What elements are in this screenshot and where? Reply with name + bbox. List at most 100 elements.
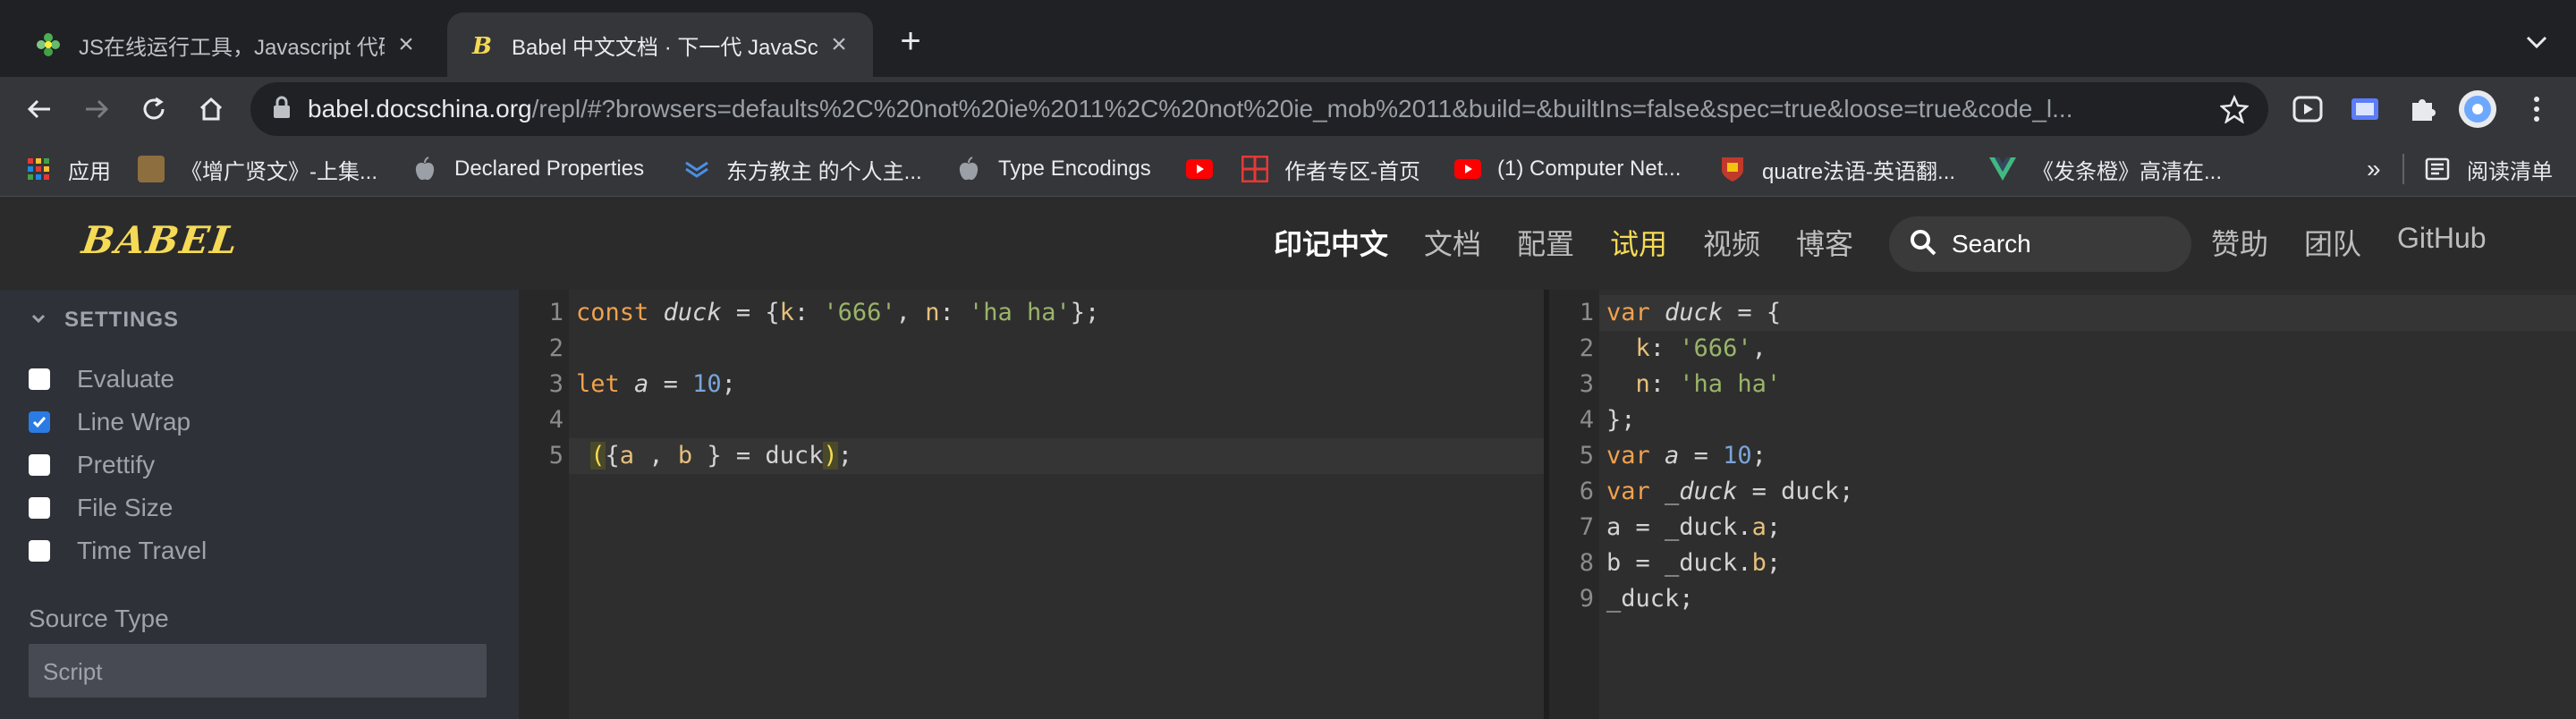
url-text[interactable]: babel.docschina.org/repl/#?browsers=defa… bbox=[308, 95, 2204, 123]
bookmark-label: quatre法语-英语翻... bbox=[1762, 159, 1956, 184]
settings-title: SETTINGS bbox=[64, 308, 180, 332]
reading-list-icon bbox=[2424, 156, 2451, 182]
apple-icon bbox=[955, 156, 982, 182]
address-bar[interactable]: babel.docschina.org/repl/#?browsers=defa… bbox=[250, 82, 2268, 136]
bookmarks-bar: 应用 《增广贤文》-上集... Declared Properties 东方教主… bbox=[0, 141, 2576, 197]
nav-github[interactable]: GitHub bbox=[2397, 222, 2487, 255]
code-line: b = _duck.b; bbox=[1606, 549, 1782, 577]
svg-text:B: B bbox=[471, 33, 492, 57]
option-label: Time Travel bbox=[77, 537, 208, 564]
file-size-checkbox[interactable] bbox=[29, 497, 50, 519]
search-placeholder: Search bbox=[1952, 230, 2031, 258]
browser-tab-strip: JS在线运行工具，Javascript 代码 × B Babel 中文文档 · … bbox=[0, 0, 2576, 77]
tab-search-chevron-icon[interactable] bbox=[2519, 23, 2555, 63]
grid-red-icon bbox=[1241, 156, 1268, 182]
line-number: 7 bbox=[1579, 513, 1594, 541]
time-travel-checkbox[interactable] bbox=[29, 540, 50, 562]
media-control-icon[interactable] bbox=[2288, 89, 2327, 129]
bookmark-label: 作者专区-首页 bbox=[1284, 159, 1420, 184]
source-type-select[interactable]: Script bbox=[29, 644, 487, 698]
nav-blog[interactable]: 博客 bbox=[1796, 222, 1853, 263]
back-arrow-icon[interactable] bbox=[20, 89, 59, 129]
output-code-area: var duck = { k: '666', n: 'ha ha' }; var… bbox=[1599, 290, 2576, 719]
line-number: 5 bbox=[1579, 442, 1594, 469]
bookmark-star-icon[interactable] bbox=[2219, 94, 2250, 128]
code-line[interactable]: let a = 10; bbox=[576, 370, 736, 398]
reload-icon[interactable] bbox=[134, 89, 174, 129]
nav-videos[interactable]: 视频 bbox=[1703, 222, 1760, 263]
babel-header: BABEL 印记中文 文档 配置 试用 视频 博客 Search 赞助 团队 G… bbox=[0, 197, 2576, 290]
code-line[interactable]: const duck = {k: '666', n: 'ha ha'}; bbox=[576, 299, 1099, 326]
url-host: babel.docschina.org bbox=[308, 95, 532, 123]
youtube-icon bbox=[1186, 156, 1213, 182]
nav-config[interactable]: 配置 bbox=[1517, 222, 1574, 263]
lock-icon bbox=[272, 96, 292, 123]
extensions-puzzle-icon[interactable] bbox=[2402, 89, 2442, 129]
bookmark-label: 应用 bbox=[68, 159, 111, 184]
home-icon[interactable] bbox=[191, 89, 231, 129]
reading-list-button[interactable]: 阅读清单 bbox=[2424, 141, 2553, 197]
youtube-icon bbox=[1454, 156, 1481, 182]
option-evaluate[interactable]: Evaluate bbox=[29, 365, 174, 393]
bookmark-item-youtube[interactable] bbox=[1186, 141, 1229, 197]
browser-tab-active[interactable]: B Babel 中文文档 · 下一代 JavaSc × bbox=[447, 13, 873, 77]
line-number: 2 bbox=[548, 334, 564, 362]
bookmark-item[interactable]: 东方教主 的个人主... bbox=[683, 141, 922, 197]
bookmark-label: Declared Properties bbox=[454, 156, 645, 181]
browser-tab[interactable]: JS在线运行工具，Javascript 代码 × bbox=[14, 13, 440, 77]
bookmark-label: 《发条橙》高清在... bbox=[2032, 159, 2223, 184]
close-tab-icon[interactable]: × bbox=[394, 30, 419, 60]
evaluate-checkbox[interactable] bbox=[29, 368, 50, 390]
option-label: Line Wrap bbox=[77, 408, 191, 436]
forward-arrow-icon[interactable] bbox=[77, 89, 116, 129]
output-line-gutter: 1 2 3 4 5 6 7 8 9 bbox=[1549, 290, 1599, 719]
chevron-down-icon bbox=[29, 309, 48, 333]
search-input[interactable]: Search bbox=[1889, 216, 2191, 272]
option-label: File Size bbox=[77, 494, 174, 521]
bookmark-label: Type Encodings bbox=[998, 156, 1151, 181]
nav-team[interactable]: 团队 bbox=[2304, 222, 2361, 263]
code-line[interactable]: ({a , b } = duck); bbox=[576, 442, 852, 469]
bookmarks-divider bbox=[2402, 154, 2404, 184]
nav-home[interactable]: 印记中文 bbox=[1274, 222, 1388, 263]
option-file-size[interactable]: File Size bbox=[29, 494, 173, 522]
bookmark-item[interactable]: (1) Computer Net... bbox=[1454, 141, 1681, 197]
browser-menu-icon[interactable] bbox=[2517, 89, 2556, 129]
new-tab-button[interactable]: + bbox=[891, 21, 930, 66]
prettify-checkbox[interactable] bbox=[29, 454, 50, 476]
line-number: 5 bbox=[548, 442, 564, 469]
tab-title: Babel 中文文档 · 下一代 JavaSc bbox=[512, 35, 818, 60]
line-wrap-checkbox[interactable] bbox=[29, 411, 50, 433]
url-path: /repl/#?browsers=defaults%2C%20not%20ie%… bbox=[531, 95, 2073, 123]
extension-translate-icon[interactable] bbox=[2345, 89, 2385, 129]
layers-icon bbox=[683, 156, 710, 182]
option-label: Evaluate bbox=[77, 365, 174, 393]
nav-docs[interactable]: 文档 bbox=[1424, 222, 1481, 263]
nav-try-it-out[interactable]: 试用 bbox=[1610, 222, 1667, 263]
source-type-label: Source Type bbox=[29, 605, 169, 632]
close-tab-icon[interactable]: × bbox=[826, 30, 852, 60]
bookmark-item[interactable]: Declared Properties bbox=[411, 141, 644, 197]
input-code-editor[interactable]: 1 2 3 4 5 const duck = {k: '666', n: 'ha… bbox=[519, 290, 1544, 719]
option-label: Prettify bbox=[77, 451, 156, 478]
profile-avatar[interactable] bbox=[2458, 89, 2497, 129]
apple-icon bbox=[411, 156, 438, 182]
babel-logo[interactable]: BABEL bbox=[80, 218, 242, 262]
option-prettify[interactable]: Prettify bbox=[29, 451, 155, 479]
bookmark-item[interactable]: 作者专区-首页 bbox=[1241, 141, 1420, 197]
bookmark-item[interactable]: 《发条橙》高清在... bbox=[1989, 141, 2222, 197]
bookmark-item[interactable]: Type Encodings bbox=[955, 141, 1151, 197]
settings-section-toggle[interactable]: SETTINGS bbox=[29, 308, 179, 333]
nav-sponsor[interactable]: 赞助 bbox=[2211, 222, 2268, 263]
bookmark-item[interactable]: quatre法语-英语翻... bbox=[1719, 141, 1955, 197]
bookmark-item[interactable]: 《增广贤文》-上集... bbox=[138, 141, 377, 197]
line-number: 1 bbox=[1579, 299, 1594, 326]
line-number: 2 bbox=[1579, 334, 1594, 362]
more-bookmarks-button[interactable]: » bbox=[2367, 141, 2381, 197]
input-code-area[interactable]: const duck = {k: '666', n: 'ha ha'}; let… bbox=[569, 290, 1544, 719]
bookmark-apps[interactable]: 应用 bbox=[25, 141, 111, 197]
settings-sidebar: SETTINGS Evaluate Line Wrap Prettify Fil… bbox=[0, 290, 519, 719]
line-number: 1 bbox=[548, 299, 564, 326]
option-time-travel[interactable]: Time Travel bbox=[29, 537, 207, 565]
option-line-wrap[interactable]: Line Wrap bbox=[29, 408, 191, 436]
